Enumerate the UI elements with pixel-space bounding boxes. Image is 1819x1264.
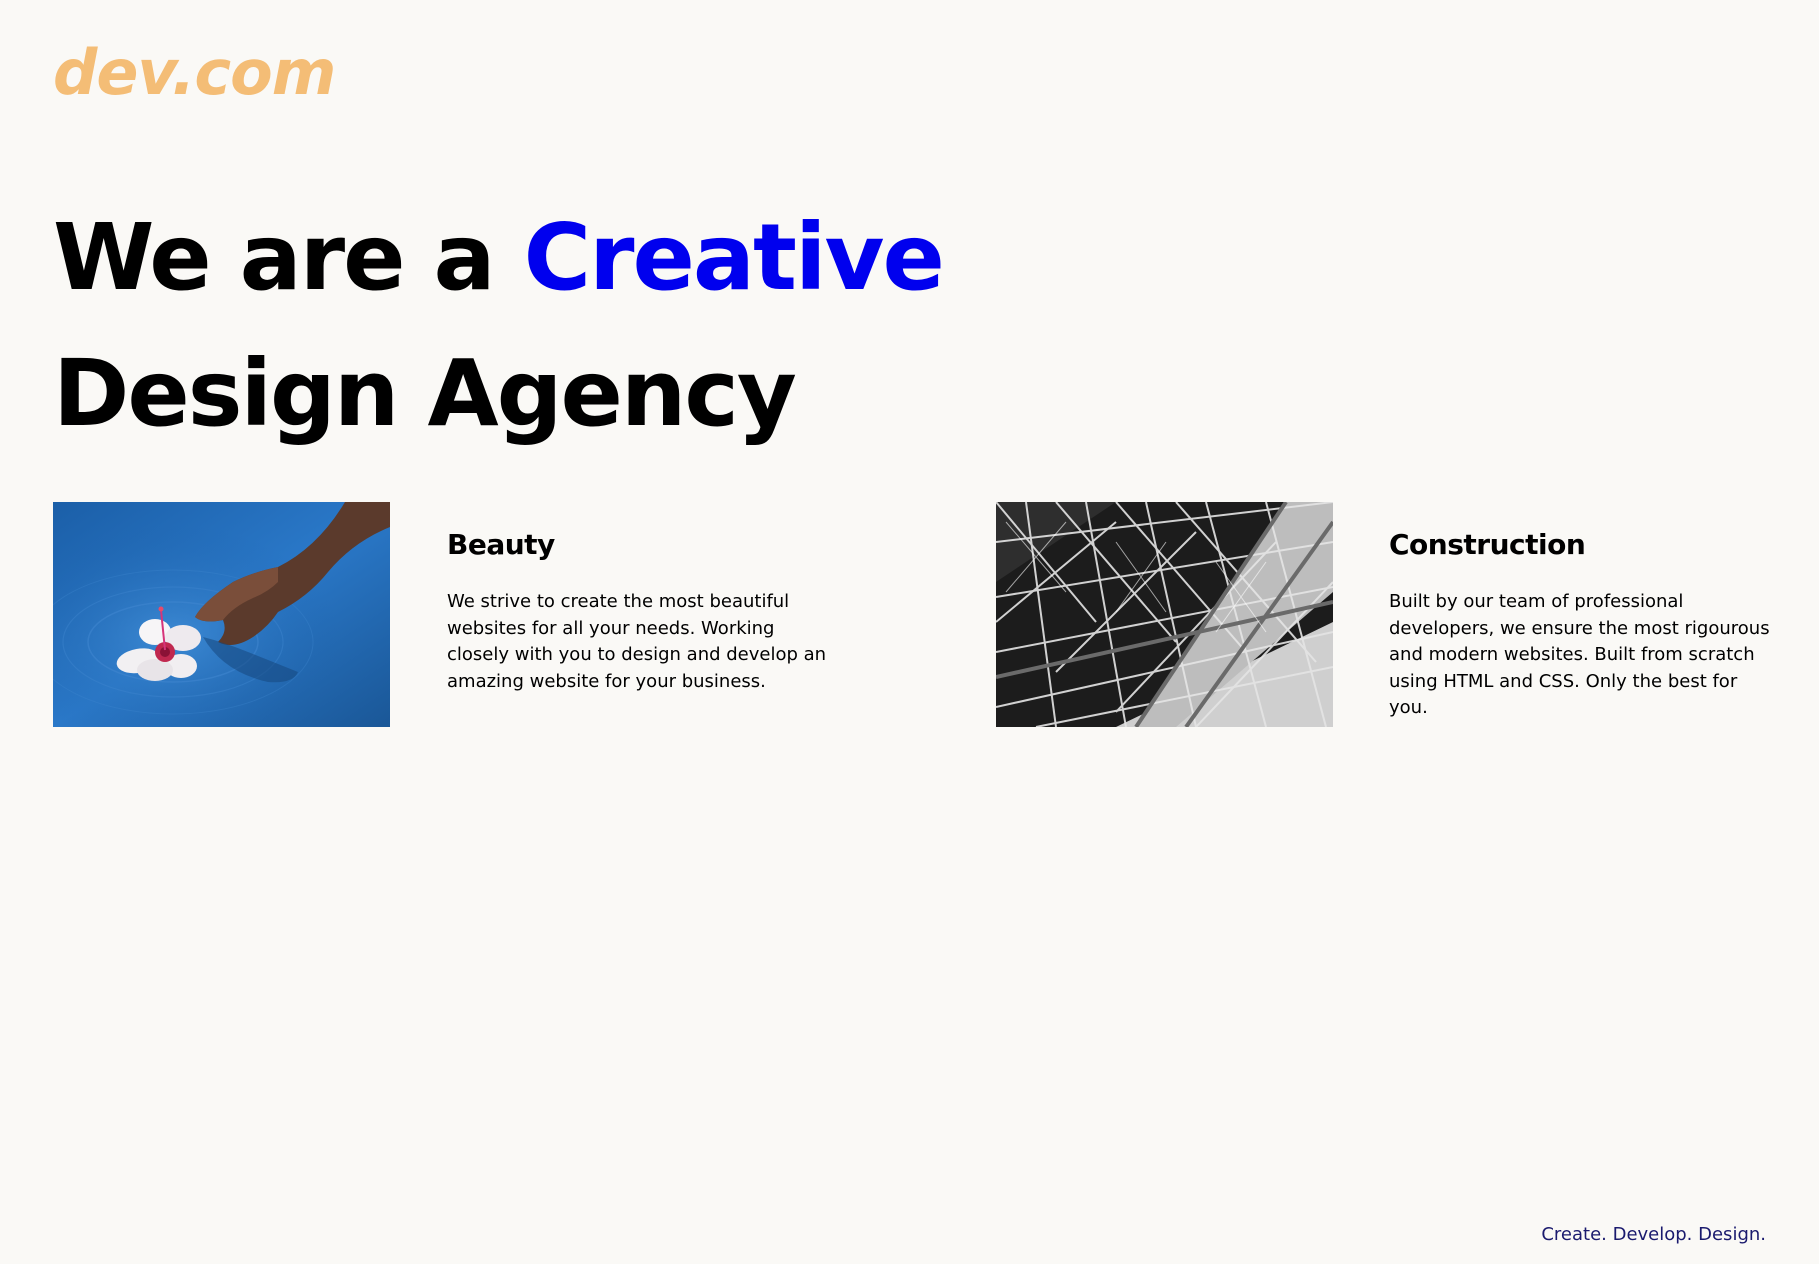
construction-image [996,502,1333,727]
steel-structure-photo-icon [996,502,1333,727]
hero-line-2: Design Agency [53,340,797,447]
card-title-construction: Construction [1389,528,1586,561]
card-description-construction: Built by our team of professional develo… [1389,591,1770,718]
hero-highlight: Creative [523,204,945,311]
logo[interactable]: dev.com [53,42,336,104]
hero-heading: We are a Creative Design Agency [53,190,945,462]
footer-tagline: Create. Develop. Design. [1541,1224,1766,1245]
beauty-image [53,502,390,727]
card-description-beauty: We strive to create the most beautiful w… [447,591,827,692]
card-title-beauty: Beauty [447,528,555,561]
hero-line-1: We are a Creative [53,190,945,326]
hero-prefix: We are a [53,204,524,311]
flower-water-photo-icon [53,502,390,727]
